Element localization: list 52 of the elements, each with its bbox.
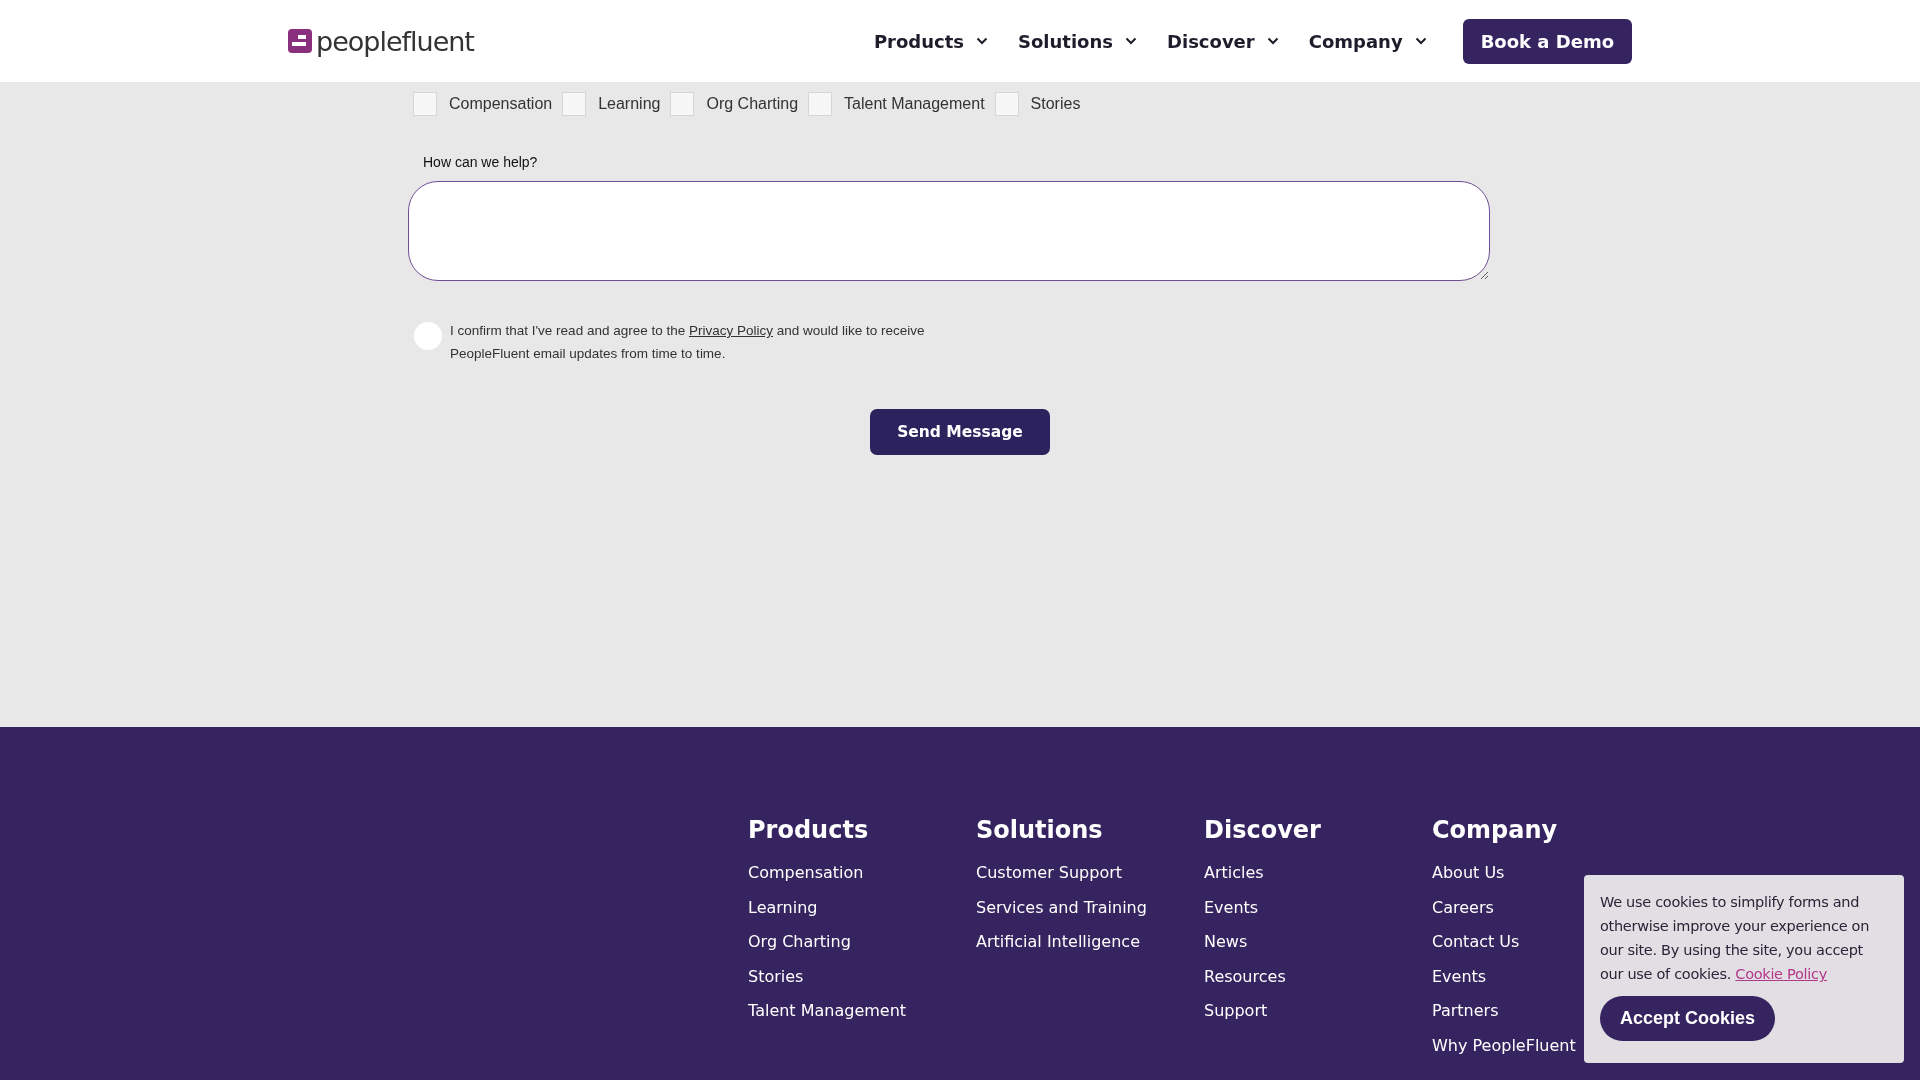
- logo-icon: [288, 29, 312, 53]
- chevron-down-icon: [1125, 37, 1137, 45]
- footer-link[interactable]: Talent Management: [748, 994, 907, 1029]
- chevron-down-icon: [976, 37, 989, 45]
- footer-link[interactable]: Org Charting: [748, 925, 851, 960]
- chevron-down-icon: [1414, 37, 1427, 45]
- footer-heading: Products: [748, 816, 869, 844]
- cookie-policy-link[interactable]: Cookie Policy: [1735, 966, 1827, 982]
- checkbox-label: Stories: [1030, 95, 1081, 113]
- nav-menu-item[interactable]: Products: [873, 30, 989, 52]
- consent-text: I confirm that I've read and agree to the Privacy Policy and would like to receive PeopleFluent email updates from time to time.: [450, 322, 926, 363]
- checkbox-label: Learning: [598, 95, 661, 113]
- accept-cookies-button[interactable]: Accept Cookies: [1600, 996, 1776, 1041]
- footer-link[interactable]: Compensation: [748, 856, 864, 891]
- footer-link[interactable]: Careers: [1432, 890, 1494, 925]
- checkbox[interactable]: [413, 92, 437, 116]
- checkbox-label: Talent Management: [844, 95, 985, 113]
- footer-link[interactable]: Events: [1204, 890, 1259, 925]
- footer-heading: Company: [1432, 816, 1558, 844]
- cookie-notice-text: We use cookies to simplify forms and otherwise improve your experience on our site. By using the site, you accept our use of cookies. Cookie Policy: [1600, 893, 1871, 984]
- book-demo-button[interactable]: Book a Demo: [1462, 18, 1632, 64]
- field-label: How can we help?: [423, 154, 539, 170]
- footer-link[interactable]: Contact Us: [1432, 925, 1520, 960]
- nav-menu-item[interactable]: Discover: [1167, 30, 1279, 52]
- checkbox[interactable]: [562, 92, 587, 116]
- footer-link[interactable]: About Us: [1432, 856, 1505, 891]
- footer-link[interactable]: Learning: [748, 890, 818, 925]
- footer-link[interactable]: Why PeopleFluent: [1432, 1028, 1576, 1063]
- footer-link[interactable]: Articles: [1204, 856, 1264, 891]
- checkbox[interactable]: [994, 92, 1019, 116]
- nav-menu-item[interactable]: Solutions: [1018, 30, 1137, 52]
- footer-link[interactable]: Stories: [748, 959, 804, 994]
- nav-menu-item[interactable]: Company: [1308, 30, 1427, 52]
- footer-link[interactable]: News: [1204, 925, 1248, 960]
- checkbox-label: Compensation: [449, 95, 553, 113]
- footer-heading: Solutions: [976, 816, 1103, 844]
- footer-link[interactable]: Partners: [1432, 994, 1499, 1029]
- checkbox[interactable]: [808, 92, 833, 116]
- checkbox-label: Org Charting: [706, 95, 799, 113]
- footer-link[interactable]: Resources: [1204, 959, 1286, 994]
- footer-link[interactable]: Services and Training: [976, 890, 1147, 925]
- message-field[interactable]: [408, 181, 1490, 281]
- footer-link[interactable]: Artificial Intelligence: [976, 925, 1140, 960]
- privacy-policy-link[interactable]: Privacy Policy: [688, 323, 773, 338]
- logo-wordmark[interactable]: peoplefluent: [316, 25, 474, 57]
- footer-link[interactable]: Events: [1432, 959, 1487, 994]
- footer-link[interactable]: Customer Support: [976, 856, 1123, 891]
- chevron-down-icon: [1266, 37, 1279, 45]
- send-message-button[interactable]: Send Message: [870, 409, 1050, 455]
- checkbox[interactable]: [670, 92, 695, 116]
- footer-heading: Discover: [1204, 816, 1321, 844]
- footer-link[interactable]: Support: [1204, 994, 1268, 1029]
